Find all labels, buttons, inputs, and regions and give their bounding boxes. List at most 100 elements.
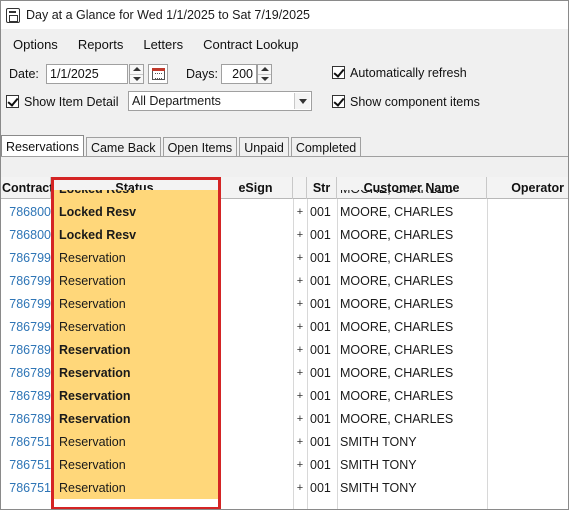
menu-reports[interactable]: Reports <box>68 37 134 52</box>
tab-completed[interactable]: Completed <box>290 137 362 157</box>
status-cell: Locked Resv <box>53 223 219 246</box>
contract-number[interactable]: 786799 <box>9 320 51 334</box>
contract-link[interactable]: 786751 <box>1 453 51 476</box>
contract-link[interactable]: 786800 <box>1 200 51 223</box>
expand-plus-icon[interactable]: + <box>293 453 307 476</box>
contract-number[interactable]: 786800 <box>9 205 51 219</box>
expand-plus-icon[interactable]: + <box>293 476 307 499</box>
contract-number[interactable]: 786751 <box>9 481 51 495</box>
contract-number[interactable]: 786789 <box>9 412 51 426</box>
contract-number[interactable]: 786799 <box>9 251 51 265</box>
contract-link[interactable]: 786789 <box>1 338 51 361</box>
tab-strip: Reservations Came Back Open Items Unpaid… <box>1 135 363 157</box>
tab-reservations[interactable]: Reservations <box>1 135 84 157</box>
contract-link[interactable]: 786751 <box>1 476 51 499</box>
contract-number[interactable]: 786751 <box>9 458 51 472</box>
table-row[interactable]: 786800 Locked Resv +001 MOORE, CHARLES <box>1 223 568 246</box>
operator-cell <box>487 453 568 476</box>
date-spinner[interactable] <box>129 64 144 84</box>
esign-cell <box>219 476 293 499</box>
table-row[interactable]: 786789 Reservation +001 MOORE, CHARLES <box>1 338 568 361</box>
expand-plus-icon[interactable]: + <box>293 200 307 223</box>
contract-link[interactable]: 786789 <box>1 384 51 407</box>
expand-plus-icon[interactable]: + <box>293 430 307 453</box>
status-cell: Reservation <box>53 269 219 292</box>
contract-link[interactable]: 786789 <box>1 361 51 384</box>
table-row[interactable]: 786751 Reservation +001 SMITH TONY <box>1 430 568 453</box>
store-cell: 001 <box>310 227 331 242</box>
table-row[interactable]: 786789 Reservation +001 MOORE, CHARLES <box>1 407 568 430</box>
contract-number[interactable]: 786789 <box>9 343 51 357</box>
expand-plus-icon[interactable]: + <box>293 223 307 246</box>
status-cell: Reservation <box>53 292 219 315</box>
customer-cell: MOORE, CHARLES <box>337 190 487 200</box>
spin-up-icon[interactable] <box>130 65 143 74</box>
expand-plus-icon[interactable]: + <box>293 407 307 430</box>
table-row[interactable]: 786799 Reservation +001 MOORE, CHARLES <box>1 246 568 269</box>
contract-number[interactable]: 786800 <box>9 228 51 242</box>
expand-plus-icon[interactable]: + <box>293 384 307 407</box>
tab-unpaid[interactable]: Unpaid <box>239 137 289 157</box>
spin-down-icon[interactable] <box>258 74 271 83</box>
customer-name-cell: SMITH TONY <box>340 457 417 472</box>
customer-name-cell: MOORE, CHARLES <box>340 411 454 426</box>
esign-cell <box>219 338 293 361</box>
table-row[interactable]: 786789 Reservation +001 MOORE, CHARLES <box>1 384 568 407</box>
table-row[interactable]: 786799 Reservation +001 MOORE, CHARLES <box>1 292 568 315</box>
menu-contract-lookup[interactable]: Contract Lookup <box>193 37 308 52</box>
contract-link[interactable]: 786799 <box>1 315 51 338</box>
show-component-checkbox[interactable] <box>332 95 345 108</box>
menu-letters[interactable]: Letters <box>133 37 193 52</box>
expand-plus-icon[interactable]: + <box>293 361 307 384</box>
esign-cell <box>219 407 293 430</box>
customer-name-cell: MOORE, CHARLES <box>340 250 454 265</box>
show-item-detail-checkbox[interactable] <box>6 95 19 108</box>
contract-link[interactable]: 786800 <box>1 223 51 246</box>
contract-link[interactable]: 786751 <box>1 430 51 453</box>
expand-plus-icon[interactable]: + <box>293 292 307 315</box>
spin-up-icon[interactable] <box>258 65 271 74</box>
title-bar: Day at a Glance for Wed 1/1/2025 to Sat … <box>1 1 568 29</box>
expand-plus-icon[interactable]: + <box>293 315 307 338</box>
contract-link[interactable]: 786799 <box>1 246 51 269</box>
status-cell: Reservation <box>53 453 219 476</box>
customer-name-cell: MOORE, CHARLES <box>340 342 454 357</box>
status-cell: Locked Resv <box>53 200 219 223</box>
contract-number[interactable]: 786789 <box>9 389 51 403</box>
days-spinner[interactable] <box>257 64 272 84</box>
tab-came-back[interactable]: Came Back <box>85 137 161 157</box>
operator-cell <box>487 246 568 269</box>
auto-refresh-checkbox[interactable] <box>332 66 345 79</box>
contract-number[interactable]: 786799 <box>9 297 51 311</box>
department-select[interactable]: All Departments <box>128 91 312 111</box>
expand-plus-icon[interactable]: + <box>293 269 307 292</box>
table-row[interactable]: 786751 Reservation +001 SMITH TONY <box>1 476 568 499</box>
contract-number[interactable]: 786789 <box>9 366 51 380</box>
chevron-down-icon[interactable] <box>294 93 310 109</box>
calendar-icon <box>152 68 165 80</box>
days-field[interactable] <box>221 64 257 84</box>
expand-plus-icon[interactable]: + <box>293 246 307 269</box>
table-row[interactable]: 786799 Reservation +001 MOORE, CHARLES <box>1 269 568 292</box>
menu-options[interactable]: Options <box>1 37 68 52</box>
contract-link[interactable]: 786799 <box>1 292 51 315</box>
expand-plus-icon[interactable]: + <box>293 338 307 361</box>
date-field[interactable] <box>46 64 128 84</box>
contract-link[interactable]: 786789 <box>1 407 51 430</box>
table-row-partial[interactable]: Locked Resv MOORE, CHARLES <box>1 190 568 200</box>
spin-down-icon[interactable] <box>130 74 143 83</box>
tab-open-items[interactable]: Open Items <box>162 137 238 157</box>
table-row[interactable]: 786789 Reservation +001 MOORE, CHARLES <box>1 361 568 384</box>
table-row[interactable]: 786751 Reservation +001 SMITH TONY <box>1 453 568 476</box>
table-row[interactable]: 786799 Reservation +001 MOORE, CHARLES <box>1 315 568 338</box>
calendar-button[interactable] <box>148 64 168 84</box>
table-row[interactable]: 786800 Locked Resv +001 MOORE, CHARLES <box>1 200 568 223</box>
store-cell: 001 <box>310 319 331 334</box>
store-cell: 001 <box>310 434 331 449</box>
esign-cell <box>219 384 293 407</box>
contract-link[interactable]: 786799 <box>1 269 51 292</box>
contract-number[interactable]: 786799 <box>9 274 51 288</box>
store-cell: 001 <box>310 365 331 380</box>
store-cell: 001 <box>310 342 331 357</box>
contract-number[interactable]: 786751 <box>9 435 51 449</box>
